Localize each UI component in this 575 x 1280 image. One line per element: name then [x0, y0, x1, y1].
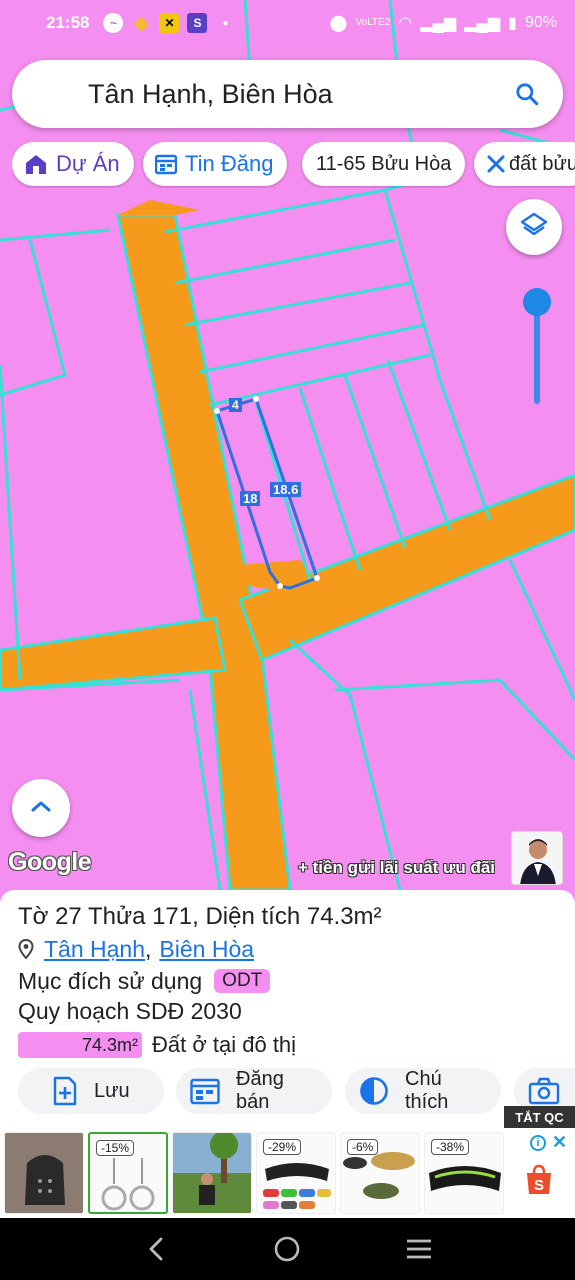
ad-product-2[interactable]: -15%: [88, 1132, 168, 1214]
parcel-location: Tân Hạnh , Biên Hòa: [18, 934, 557, 964]
pin-icon: [18, 939, 34, 959]
system-nav-bar: [0, 1218, 575, 1280]
plan-label: Quy hoạch SDĐ 2030: [18, 998, 242, 1024]
signal-icon-2: ▂▄▆: [464, 15, 501, 32]
post-sale-label: Đăng bán: [236, 1068, 284, 1113]
layers-button[interactable]: [506, 199, 562, 255]
ward-link[interactable]: Tân Hạnh: [44, 934, 145, 964]
map-view[interactable]: 4 18 18.6: [0, 0, 575, 890]
chip-label: Tin Đăng: [185, 151, 274, 176]
ad-product-4[interactable]: -29%: [256, 1132, 336, 1214]
chip-label: 11-65 Bửu Hòa: [316, 152, 452, 175]
clock: 21:58: [46, 13, 90, 32]
save-add-icon: [52, 1076, 78, 1106]
recents-icon[interactable]: [399, 1229, 439, 1269]
back-icon[interactable]: [136, 1229, 176, 1269]
plan-use-label: Đất ở tại đô thị: [152, 1032, 297, 1057]
ad-product-6[interactable]: -38%: [424, 1132, 504, 1214]
post-sale-icon: [190, 1077, 220, 1105]
google-logo: Google: [8, 848, 92, 876]
location-separator: ,: [145, 936, 152, 962]
messenger-icon: ~: [103, 13, 124, 33]
post-sale-button[interactable]: Đăng bán: [176, 1068, 332, 1114]
ad-discount-1: -15%: [96, 1140, 135, 1156]
parcel-label-left: 18: [240, 491, 261, 506]
parcel-label-top: 4: [229, 398, 242, 412]
x-app-icon: ✕: [159, 13, 180, 33]
house-icon: [24, 153, 48, 175]
ad-discount-4: -38%: [431, 1139, 470, 1155]
plan-area-bar: 74.3m²: [18, 1032, 142, 1058]
slider-track[interactable]: [534, 312, 540, 404]
chevron-up-icon: [30, 799, 52, 818]
ad-discount-3: -6%: [347, 1139, 379, 1155]
tools-icon: [486, 154, 506, 174]
chip-address[interactable]: 11-65 Bửu Hòa: [302, 142, 466, 186]
status-bar: 21:58 ~ ◆ ✕ S ● ⬤ VoLTE2 ◠ ▂▄▆ ▂▄▆ ▮ 90%: [0, 0, 575, 46]
promo-avatar[interactable]: [511, 831, 563, 885]
chip-label: Dự Án: [56, 151, 120, 176]
opacity-slider[interactable]: [523, 288, 551, 406]
chip-du-an[interactable]: Dự Án: [12, 142, 134, 186]
volte-label: VoLTE2: [355, 17, 391, 28]
battery-level: 90%: [524, 14, 557, 31]
expand-panel-button[interactable]: [12, 779, 70, 837]
close-ad-button[interactable]: TẮT QC: [504, 1106, 575, 1128]
search-bar[interactable]: Tân Hạnh, Biên Hòa: [12, 60, 563, 128]
purpose-label: Mục đích sử dụng: [18, 968, 203, 994]
ad-controls: i ✕: [530, 1132, 567, 1153]
close-icon[interactable]: ✕: [552, 1132, 567, 1153]
purpose-row: Mục đích sử dụng ODT: [18, 966, 557, 996]
search-icon[interactable]: [497, 64, 557, 124]
legend-icon: [359, 1076, 389, 1106]
signal-icon: ▂▄▆: [420, 15, 457, 32]
ad-product-1[interactable]: [4, 1132, 84, 1214]
wifi-icon: ◠: [398, 15, 413, 32]
chip-tin-dang[interactable]: Tin Đăng: [143, 142, 288, 186]
ad-product-3[interactable]: [172, 1132, 252, 1214]
legend-button[interactable]: Chú thích: [345, 1068, 501, 1114]
ad-banner[interactable]: -15% -29% -6% -38% i ✕ S: [0, 1128, 575, 1218]
sync-app-icon: S: [187, 13, 208, 33]
save-label: Lưu: [94, 1079, 130, 1102]
parcel-title: Tờ 27 Thửa 171, Diện tích 74.3m²: [18, 903, 382, 930]
calendar-icon: [155, 153, 177, 175]
home-icon[interactable]: [267, 1229, 307, 1269]
chip-label: đất bửu: [509, 152, 575, 175]
filter-chips: Dự Án Tin Đăng 11-65 Bửu Hòa đất bửu: [12, 142, 575, 188]
chip-dat-buu[interactable]: đất bửu: [474, 142, 575, 186]
dot-icon: ●: [222, 17, 229, 29]
legend-label: Chú thích: [405, 1068, 449, 1113]
map-canvas[interactable]: [0, 0, 575, 890]
battery-icon: ▮: [508, 15, 517, 32]
search-input[interactable]: Tân Hạnh, Biên Hòa: [88, 79, 497, 110]
location-icon: ⬤: [329, 15, 348, 32]
action-buttons: Lưu Đăng bán Chú thích: [18, 1068, 575, 1116]
plan-row: 74.3m² Đất ở tại đô thị: [18, 1032, 557, 1058]
svg-text:S: S: [534, 1177, 544, 1194]
city-link[interactable]: Biên Hòa: [159, 934, 254, 964]
camera-icon: [528, 1077, 560, 1105]
purpose-code-badge: ODT: [214, 969, 271, 993]
promo-text[interactable]: + tiền gửi lãi suất ưu đãi: [298, 858, 495, 878]
layers-icon: [520, 211, 548, 244]
save-button[interactable]: Lưu: [18, 1068, 164, 1114]
slider-handle[interactable]: [523, 288, 551, 316]
ad-info-icon[interactable]: i: [530, 1134, 546, 1151]
parcel-label-right: 18.6: [270, 482, 302, 497]
binance-icon: ◆: [134, 12, 149, 33]
ad-discount-2: -29%: [263, 1139, 302, 1155]
parcel-info-panel: Tờ 27 Thửa 171, Diện tích 74.3m² Tân Hạn…: [0, 890, 575, 1128]
ad-product-5[interactable]: -6%: [340, 1132, 420, 1214]
shopee-icon[interactable]: S: [524, 1164, 554, 1201]
